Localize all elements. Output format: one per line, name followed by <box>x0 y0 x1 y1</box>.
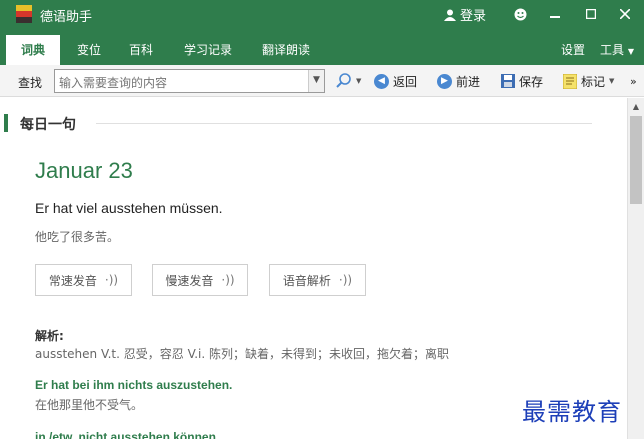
parse-text: ausstehen V.t. 忍受，容忍 V.i. 陈列；缺着，未得到；未收回，… <box>35 347 450 361</box>
user-icon <box>444 9 456 21</box>
save-button[interactable]: 保存 <box>501 71 543 91</box>
window-title: 德语助手 <box>40 10 93 25</box>
example-chinese: 在他那里他不受气。 <box>35 398 144 412</box>
section-accent-bar <box>4 114 8 132</box>
back-label: 返回 <box>393 74 418 89</box>
search-input[interactable] <box>54 69 325 93</box>
arrow-left-icon: ◀ <box>374 73 389 89</box>
button-label: 慢速发音 <box>165 273 214 288</box>
chevron-down-icon: ▼ <box>627 47 634 56</box>
settings-menu[interactable]: 设置 <box>561 41 585 58</box>
app-logo-icon <box>16 5 32 23</box>
smiley-icon <box>514 8 526 20</box>
chevron-down-icon: ▼ <box>313 75 320 85</box>
sound-wave-icon: ·)) <box>104 273 119 287</box>
tab-conjugation[interactable]: 变位 <box>66 35 112 65</box>
scroll-up-arrow-icon[interactable]: ▲ <box>628 98 644 115</box>
sound-wave-icon: ·)) <box>338 273 353 287</box>
button-label: 常速发音 <box>48 273 97 288</box>
maximize-button[interactable] <box>580 3 602 25</box>
mark-label: 标记 <box>581 74 606 89</box>
example-german-2: jn./etw. nicht ausstehen können <box>35 430 216 439</box>
tab-study-record[interactable]: 学习记录 <box>176 35 240 65</box>
vertical-scrollbar[interactable]: ▲ <box>627 98 644 439</box>
tab-dictionary[interactable]: 词典 <box>6 35 60 65</box>
search-button[interactable]: ▼ <box>336 71 361 91</box>
save-label: 保存 <box>519 74 544 89</box>
main-tab-bar: 词典 变位 百科 学习记录 翻译朗读 设置 工具 ▼ <box>0 29 644 65</box>
minimize-icon <box>550 16 560 18</box>
example-german: Er hat bei ihm nichts auszustehen. <box>35 378 233 392</box>
bookmark-note-icon <box>563 73 577 89</box>
daily-sentence-panel: 每日一句 Januar 23 Er hat viel ausstehen müs… <box>0 98 627 439</box>
back-button[interactable]: ◀ 返回 <box>374 71 417 91</box>
daily-translation: 他吃了很多苦。 <box>35 230 120 244</box>
section-title: 每日一句 <box>20 117 76 133</box>
daily-sentence: Er hat viel ausstehen müssen. <box>35 200 223 216</box>
sound-wave-icon: ·)) <box>221 273 235 287</box>
login-button[interactable]: 登录 <box>444 5 486 24</box>
audio-analysis-button[interactable]: 语音解析 ·)) <box>269 264 366 296</box>
parse-heading: 解析: <box>35 329 64 343</box>
maximize-icon <box>586 9 596 19</box>
normal-speed-audio-button[interactable]: 常速发音 ·)) <box>35 264 132 296</box>
section-divider <box>96 123 592 124</box>
arrow-right-icon: ▶ <box>437 73 452 89</box>
mark-button[interactable]: 标记 ▼ <box>563 71 614 91</box>
double-chevron-right-icon: » <box>630 74 637 88</box>
search-label: 查找 <box>18 76 43 90</box>
floppy-disk-icon <box>501 74 515 88</box>
tab-translate-read[interactable]: 翻译朗读 <box>254 35 318 65</box>
daily-date: Januar 23 <box>35 158 133 183</box>
watermark-text: 最需教育 <box>522 398 622 426</box>
chevron-down-icon: ▼ <box>356 77 362 85</box>
button-label: 语音解析 <box>282 273 331 288</box>
chevron-down-icon: ▼ <box>609 77 615 85</box>
feedback-button[interactable] <box>509 3 531 25</box>
minimize-button[interactable] <box>544 3 566 25</box>
forward-label: 前进 <box>456 74 481 89</box>
slow-speed-audio-button[interactable]: 慢速发音 ·)) <box>152 264 248 296</box>
login-label: 登录 <box>460 9 487 24</box>
magnifier-icon <box>336 73 351 88</box>
tools-menu[interactable]: 工具 ▼ <box>600 41 634 58</box>
forward-button[interactable]: ▶ 前进 <box>437 71 480 91</box>
section-header: 每日一句 <box>4 114 604 134</box>
tools-label: 工具 <box>600 43 625 57</box>
title-bar: 德语助手 登录 <box>0 0 644 29</box>
close-icon <box>620 9 630 19</box>
tab-encyclopedia[interactable]: 百科 <box>118 35 164 65</box>
search-toolbar: 查找 ▼ ▼ ◀ 返回 ▶ 前进 保存 标记 ▼ » <box>0 65 644 97</box>
scrollbar-thumb[interactable] <box>630 116 642 204</box>
search-history-dropdown[interactable]: ▼ <box>308 70 324 92</box>
toolbar-overflow-button[interactable]: » <box>630 71 637 91</box>
close-button[interactable] <box>614 3 636 25</box>
